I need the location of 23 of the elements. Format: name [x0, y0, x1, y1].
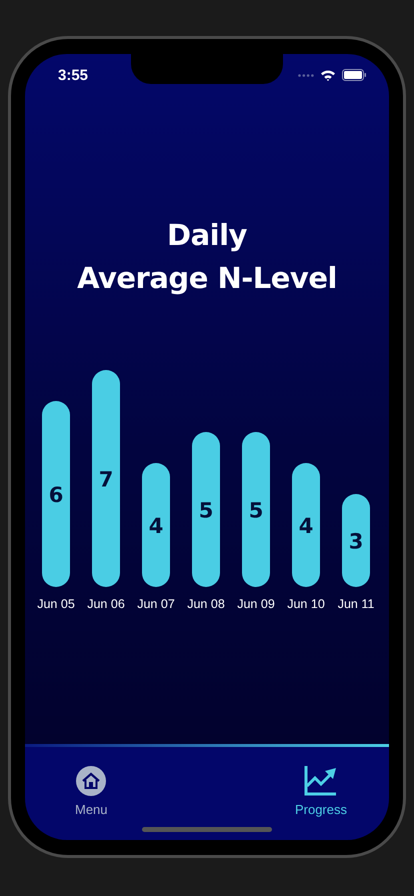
date-label: Jun 08: [187, 597, 225, 611]
tab-button[interactable]: Menu: [75, 766, 108, 818]
tab-button[interactable]: Progress: [294, 766, 347, 818]
bar-value: 5: [198, 498, 214, 522]
date-label: Jun 10: [287, 597, 325, 611]
chart-title: Daily Average N-Level: [76, 217, 338, 297]
signal-icon: [298, 74, 314, 76]
home-icon: [76, 766, 106, 796]
date-label: Jun 11: [338, 597, 374, 611]
date-label: Jun 07: [137, 597, 175, 611]
bar-value: 4: [298, 514, 314, 538]
bar-value: 7: [98, 468, 114, 492]
chart-icon: [304, 766, 338, 796]
date-label: Jun 06: [87, 597, 125, 611]
bar-value: 5: [248, 498, 264, 522]
bar-value: 6: [48, 483, 64, 507]
wifi-icon: [320, 69, 336, 81]
bar-value: 3: [348, 530, 364, 554]
battery-icon: [342, 69, 367, 81]
date-label: Jun 05: [37, 597, 75, 611]
status-time: 3:55: [58, 66, 88, 84]
bar-value: 4: [148, 514, 164, 538]
date-label: Jun 09: [237, 597, 275, 611]
